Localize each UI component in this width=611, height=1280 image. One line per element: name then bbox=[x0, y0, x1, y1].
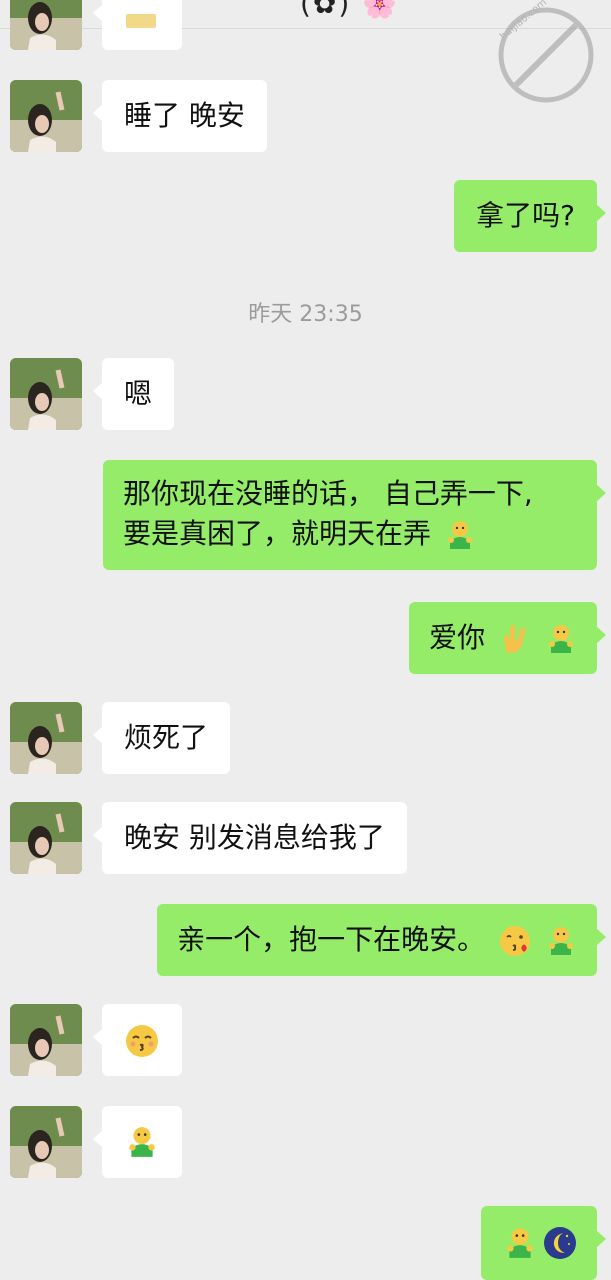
message-text: 亲一个，抱一下在晚安。 bbox=[177, 923, 486, 956]
message-text: 嗯 bbox=[124, 377, 153, 410]
message-bubble[interactable]: 晚安 别发消息给我了 bbox=[93, 802, 407, 874]
message-bubble[interactable]: 爱你 bbox=[409, 602, 606, 674]
timestamp: 昨天 23:35 bbox=[248, 302, 363, 327]
avatar[interactable] bbox=[10, 358, 82, 430]
avatar[interactable] bbox=[10, 1106, 82, 1178]
message-bubble[interactable] bbox=[93, 0, 182, 50]
message-text: 拿了吗? bbox=[476, 199, 575, 232]
message-text: 爱你 bbox=[429, 621, 486, 654]
message-bubble[interactable]: 睡了 晚安 bbox=[93, 80, 267, 152]
message-text: 烦死了 bbox=[124, 721, 209, 754]
message-bubble[interactable]: 拿了吗? bbox=[454, 180, 606, 252]
message-text: 晚安 别发消息给我了 bbox=[124, 821, 385, 854]
crescent-moon-icon bbox=[544, 1227, 576, 1259]
hugging-figure-icon bbox=[129, 1127, 155, 1157]
message-bubble[interactable]: 亲一个，抱一下在晚安。 bbox=[157, 904, 606, 976]
message-bubble[interactable] bbox=[93, 1004, 182, 1076]
message-text-line-1: 那你现在没睡的话， 自己弄一下, bbox=[123, 477, 533, 510]
message-text: 睡了 晚安 bbox=[124, 99, 245, 132]
chat-title: (✿) 🌸 bbox=[300, 0, 400, 20]
message-bubble[interactable] bbox=[93, 1106, 182, 1178]
kissing-smiling-eyes-icon bbox=[126, 1025, 158, 1057]
message-bubble[interactable]: 烦死了 bbox=[92, 702, 231, 774]
hugging-figure-icon bbox=[549, 625, 573, 653]
kissing-face-icon bbox=[500, 926, 531, 956]
hugging-figure-icon bbox=[507, 1228, 533, 1258]
message-bubble[interactable] bbox=[481, 1206, 606, 1280]
avatar[interactable] bbox=[10, 0, 82, 50]
avatar[interactable] bbox=[10, 702, 82, 774]
rock-hand-icon bbox=[504, 625, 526, 653]
message-bubble[interactable]: 嗯 bbox=[92, 358, 175, 430]
avatar[interactable] bbox=[10, 802, 82, 874]
watermark-logo: haijiao.com bbox=[486, 0, 606, 110]
avatar[interactable] bbox=[10, 1004, 82, 1076]
avatar[interactable] bbox=[10, 80, 82, 152]
hugging-figure-icon bbox=[549, 927, 573, 955]
hugging-figure-icon bbox=[447, 521, 472, 549]
message-bubble[interactable]: 那你现在没睡的话， 自己弄一下, 要是真困了，就明天在弄 bbox=[103, 460, 606, 570]
image-thumbnail-icon bbox=[126, 14, 156, 28]
message-text-line-2: 要是真困了，就明天在弄 bbox=[123, 514, 577, 554]
